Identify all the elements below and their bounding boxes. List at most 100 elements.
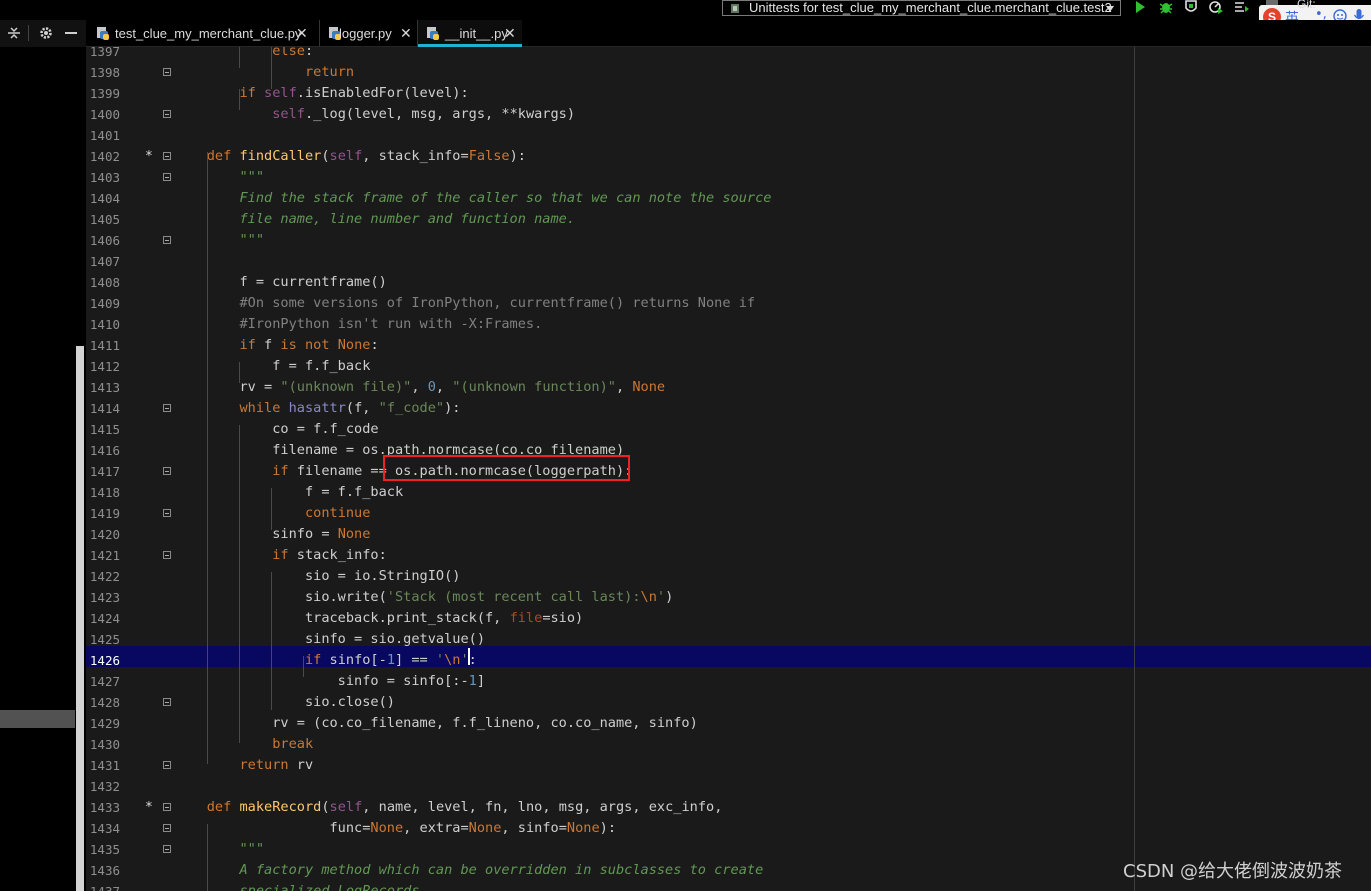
code-line[interactable]: 1430 break [86,734,1371,755]
line-number[interactable]: 1422 [86,566,120,587]
line-number[interactable]: 1437 [86,881,120,891]
line-number[interactable]: 1433 [86,797,120,818]
fold-icon[interactable] [163,824,171,832]
line-number[interactable]: 1398 [86,62,120,83]
line-number[interactable]: 1405 [86,209,120,230]
tab-test-clue-my-merchant-clue[interactable]: test_clue_my_merchant_clue.py ✕ [88,20,318,47]
code-text[interactable]: specialized LogRecords. [174,881,427,891]
code-line[interactable]: 1403 """ [86,167,1371,188]
project-tool-window[interactable] [0,47,86,891]
line-number[interactable]: 1425 [86,629,120,650]
code-line[interactable]: 1397 else: [86,47,1371,62]
line-number[interactable]: 1410 [86,314,120,335]
code-line[interactable]: 1416 filename = os.path.normcase(co.co_f… [86,440,1371,461]
code-text[interactable]: func=None, extra=None, sinfo=None): [174,818,616,839]
fold-icon[interactable] [163,845,171,853]
tab-logger[interactable]: logger.py ✕ [320,20,416,47]
code-line[interactable]: 1418 f = f.f_back [86,482,1371,503]
debug-icon[interactable] [1158,0,1174,14]
code-line[interactable]: 1432 [86,776,1371,797]
line-number[interactable]: 1424 [86,608,120,629]
code-line[interactable]: 1412 f = f.f_back [86,356,1371,377]
code-line[interactable]: 1404 Find the stack frame of the caller … [86,188,1371,209]
code-line[interactable]: 1433 * def makeRecord(self, name, level, … [86,797,1371,818]
code-line[interactable]: 1399 if self.isEnabledFor(level): [86,83,1371,104]
code-text[interactable]: f = currentframe() [174,272,386,293]
code-line[interactable]: 1402 * def findCaller(self, stack_info=Fa… [86,146,1371,167]
line-number[interactable]: 1431 [86,755,120,776]
code-line[interactable]: 1409 #On some versions of IronPython, cu… [86,293,1371,314]
code-text[interactable]: break [174,734,313,755]
code-text[interactable]: file name, line number and function name… [174,209,575,230]
code-text[interactable]: return [174,62,354,83]
line-number[interactable]: 1403 [86,167,120,188]
code-text[interactable]: traceback.print_stack(f, file=sio) [174,608,583,629]
code-line[interactable]: 1422 sio = io.StringIO() [86,566,1371,587]
line-number[interactable]: 1402 [86,146,120,167]
override-marker-icon[interactable]: * [145,797,153,818]
line-number[interactable]: 1404 [86,188,120,209]
code-line[interactable]: 1429 rv = (co.co_filename, f.f_lineno, c… [86,713,1371,734]
collapse-all-icon[interactable] [6,25,22,41]
code-text[interactable]: if f is not None: [174,335,378,356]
close-icon[interactable]: ✕ [400,20,412,47]
code-line[interactable]: 1415 co = f.f_code [86,419,1371,440]
code-text[interactable]: rv = (co.co_filename, f.f_lineno, co.co_… [174,713,698,734]
line-number[interactable]: 1436 [86,860,120,881]
line-number[interactable]: 1420 [86,524,120,545]
code-editor[interactable]: 1397 else: 1398 return 1399 if self.isEnab… [86,47,1371,891]
override-marker-icon[interactable]: * [145,146,153,167]
code-text[interactable]: sinfo = sinfo[:-1] [174,671,485,692]
code-line[interactable]: 1420 sinfo = None [86,524,1371,545]
code-text[interactable]: else: [174,47,313,62]
code-text[interactable]: if self.isEnabledFor(level): [174,83,468,104]
code-text[interactable]: """ [174,230,264,251]
line-number[interactable]: 1413 [86,377,120,398]
run-icon[interactable] [1132,0,1148,14]
fold-icon[interactable] [163,236,171,244]
coverage-icon[interactable] [1183,0,1199,14]
code-text[interactable]: #IronPython isn't run with -X:Frames. [174,314,542,335]
code-line[interactable]: 1401 [86,125,1371,146]
line-number[interactable]: 1399 [86,83,120,104]
code-text[interactable]: sinfo = None [174,524,370,545]
line-number[interactable]: 1407 [86,251,120,272]
fold-icon[interactable] [163,698,171,706]
line-number[interactable]: 1426 [86,650,120,671]
code-line[interactable]: 1417 if filename == os.path.normcase(log… [86,461,1371,482]
code-line[interactable]: 1424 traceback.print_stack(f, file=sio) [86,608,1371,629]
line-number[interactable]: 1401 [86,125,120,146]
code-line[interactable]: 1406 """ [86,230,1371,251]
code-text[interactable]: sio = io.StringIO() [174,566,461,587]
fold-icon[interactable] [163,152,171,160]
line-number[interactable]: 1415 [86,419,120,440]
code-text[interactable]: while hasattr(f, "f_code"): [174,398,460,419]
code-text[interactable]: """ [174,839,264,860]
line-number[interactable]: 1400 [86,104,120,125]
run-configuration-selector[interactable]: Unittests for test_clue_my_merchant_clue… [722,0,1121,16]
code-text[interactable]: continue [174,503,370,524]
line-number[interactable]: 1418 [86,482,120,503]
line-number[interactable]: 1412 [86,356,120,377]
line-number[interactable]: 1435 [86,839,120,860]
left-panel-scrollbar[interactable] [76,346,84,891]
line-number[interactable]: 1432 [86,776,120,797]
fold-icon[interactable] [163,68,171,76]
code-line[interactable]: 1413 rv = "(unknown file)", 0, "(unknown… [86,377,1371,398]
code-text[interactable]: def makeRecord(self, name, level, fn, ln… [174,797,723,818]
line-number[interactable]: 1416 [86,440,120,461]
tab-init[interactable]: __init__.py ✕ [418,20,522,47]
close-icon[interactable]: ✕ [296,20,308,47]
fold-icon[interactable] [163,467,171,475]
code-line[interactable]: 1400 self._log(level, msg, args, **kwarg… [86,104,1371,125]
fold-icon[interactable] [163,803,171,811]
line-number[interactable]: 1428 [86,692,120,713]
code-line[interactable]: 1410 #IronPython isn't run with -X:Frame… [86,314,1371,335]
code-line[interactable]: 1426 if sinfo[-1] == '\n': [86,650,1371,671]
code-text[interactable]: Find the stack frame of the caller so th… [174,188,771,209]
code-text[interactable]: self._log(level, msg, args, **kwargs) [174,104,575,125]
concurrency-icon[interactable] [1234,0,1250,14]
close-icon[interactable]: ✕ [504,20,516,47]
hide-panel-icon[interactable] [63,25,79,41]
fold-icon[interactable] [163,551,171,559]
